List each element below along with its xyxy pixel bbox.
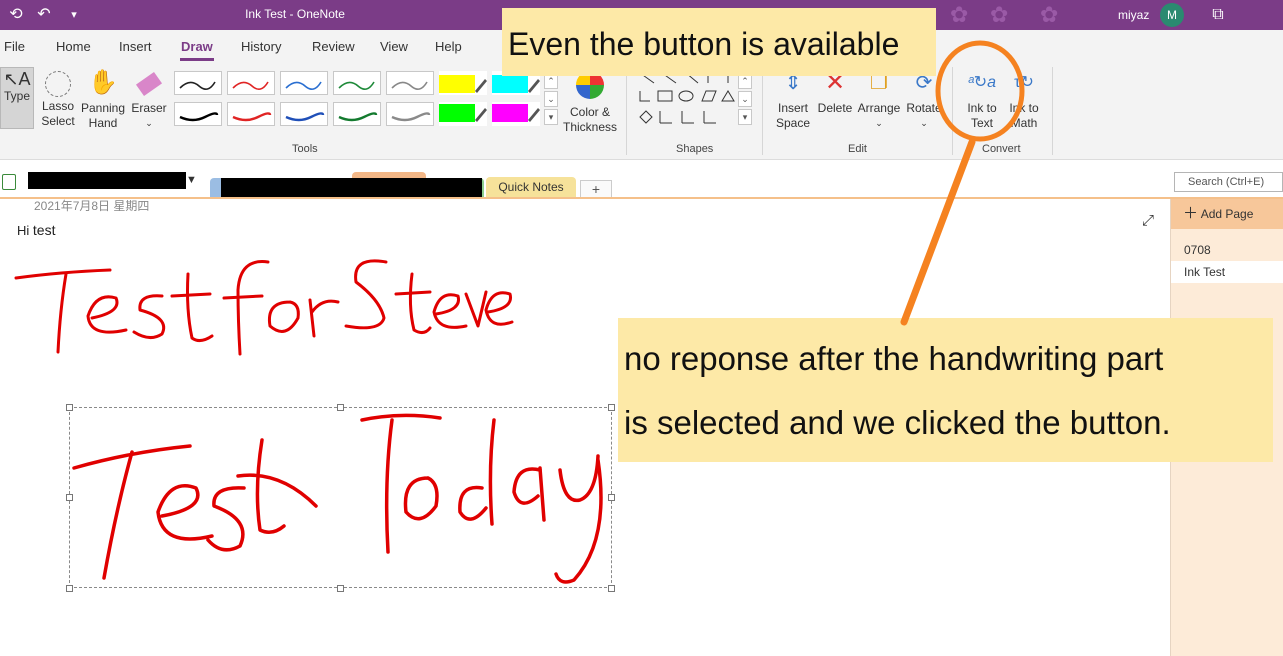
onenote-window: ⟲ ↶ ▾ Ink Test - OneNote ✿ ✿ ✿ miyaz M ⧉…: [0, 0, 1283, 656]
highlight-circle: [935, 40, 1025, 142]
annotation-layer: [900, 40, 1025, 326]
pointer-line: [900, 138, 976, 326]
